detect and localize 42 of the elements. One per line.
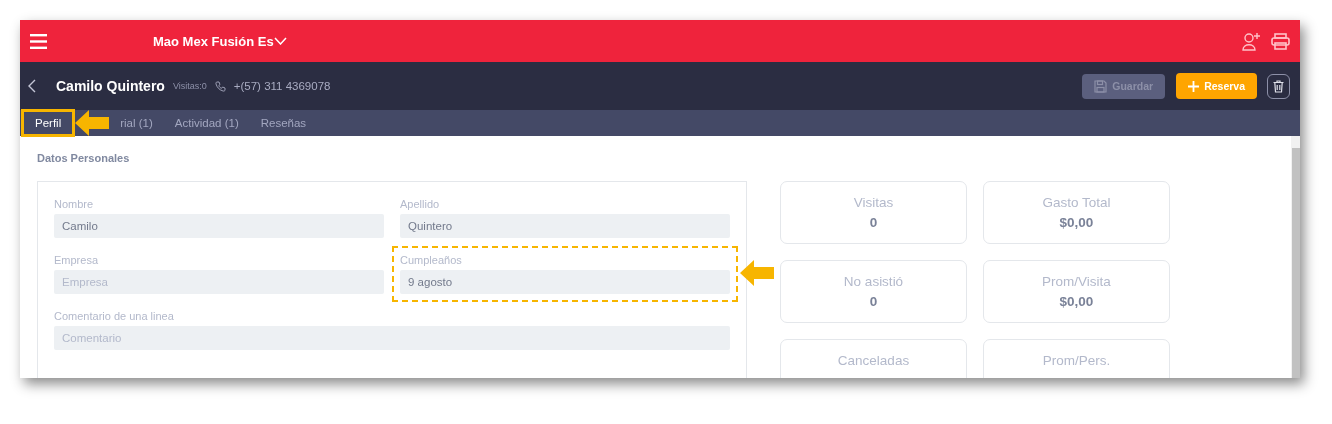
scrollbar-thumb[interactable] <box>1291 148 1300 378</box>
trash-icon <box>1273 79 1284 93</box>
field-label: Nombre <box>54 198 95 211</box>
field-label: Empresa <box>54 254 100 267</box>
tab[interactable]: Perfil <box>21 109 76 137</box>
tab[interactable]: Actividad (1) <box>163 110 250 136</box>
stat-label: Canceladas <box>837 353 910 368</box>
stat-value: $0,00 <box>1059 215 1094 230</box>
input-field[interactable]: Quintero <box>400 214 730 238</box>
menu-icon[interactable] <box>30 33 47 49</box>
stat-label: Visitas <box>853 195 894 210</box>
section-title: Datos Personales <box>37 152 131 164</box>
visit-count: Visitas:0 <box>172 81 207 91</box>
stat-label: Gasto Total <box>1042 195 1111 210</box>
input-field[interactable]: Comentario <box>54 326 730 350</box>
stat-label: Prom/Pers. <box>1042 353 1111 368</box>
input-field[interactable]: Camilo <box>54 214 384 238</box>
back-icon[interactable] <box>28 79 36 93</box>
stat-label: Prom/Visita <box>1042 274 1111 289</box>
venue-name[interactable]: Mao Mex Fusión Es <box>153 33 274 49</box>
tab[interactable]: Reseñas <box>249 110 318 136</box>
printer-icon[interactable] <box>1271 32 1290 50</box>
stat-value: 0 <box>869 215 878 230</box>
customer-name: Camilo Quintero <box>56 78 165 94</box>
stat-value: 0 <box>869 294 878 309</box>
phone-number: +(57) 311 4369078 <box>233 80 331 92</box>
input-field[interactable]: 9 agosto <box>400 270 730 294</box>
pointer-arrow <box>740 260 774 286</box>
field-label: Cumpleaños <box>400 254 463 267</box>
phone-icon <box>214 80 226 92</box>
delete-button[interactable] <box>1267 73 1290 99</box>
chevron-down-icon[interactable] <box>273 37 287 45</box>
field-label: Comentario de una linea <box>54 310 175 323</box>
stat-value: $0,00 <box>1059 294 1094 309</box>
input-field[interactable]: Empresa <box>54 270 384 294</box>
stat-label: No asistió <box>843 274 904 289</box>
reserve-button[interactable]: Reserva <box>1176 73 1257 99</box>
field-label: Apellido <box>400 198 441 211</box>
plus-icon <box>1188 80 1200 92</box>
add-person-icon[interactable] <box>1242 31 1261 51</box>
pointer-arrow <box>75 110 110 136</box>
tab[interactable]: rial (1) <box>109 110 164 136</box>
